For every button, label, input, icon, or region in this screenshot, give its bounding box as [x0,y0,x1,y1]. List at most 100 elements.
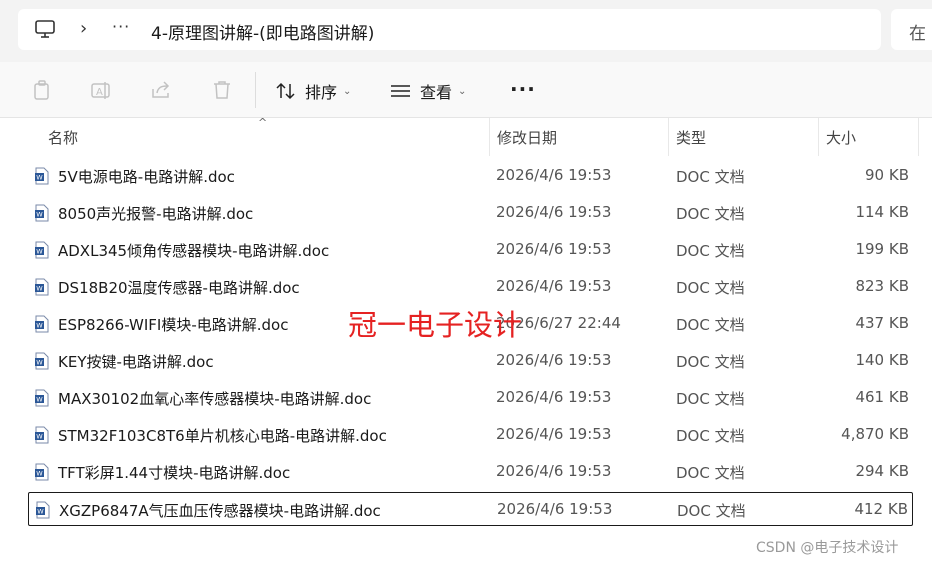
word-document-icon: W [35,241,49,259]
search-placeholder: 在 [909,24,926,44]
sort-button[interactable]: 排序 ⌄ [275,79,351,103]
file-name: MAX30102血氧心率传感器模块-电路讲解.doc [58,390,372,408]
rename-icon[interactable]: A [90,79,112,101]
copy-icon[interactable] [31,79,53,101]
file-modified: 2026/4/6 19:53 [497,500,613,518]
breadcrumb-overflow-button[interactable]: ··· [112,17,130,36]
file-size: 4,870 KB [841,425,909,443]
file-name: XGZP6847A气压血压传感器模块-电路讲解.doc [59,502,381,520]
view-button[interactable]: 查看 ⌄ [390,79,466,103]
file-size: 437 KB [855,314,909,332]
file-name: DS18B20温度传感器-电路讲解.doc [58,279,300,297]
file-modified: 2026/4/6 19:53 [496,166,612,184]
file-modified: 2026/4/6 19:53 [496,425,612,443]
column-divider[interactable] [918,118,919,156]
file-size: 412 KB [854,500,908,518]
column-divider[interactable] [668,118,669,156]
file-row[interactable]: W DS18B20温度传感器-电路讲解.doc 2026/4/6 19:53 D… [28,270,913,303]
delete-icon[interactable] [211,79,233,101]
column-header-size[interactable]: 大小 [826,127,856,148]
file-type: DOC 文档 [676,242,745,260]
file-row[interactable]: W ADXL345倾角传感器模块-电路讲解.doc 2026/4/6 19:53… [28,233,913,266]
svg-text:W: W [36,174,43,182]
file-name: STM32F103C8T6单片机核心电路-电路讲解.doc [58,427,387,445]
word-document-icon: W [35,426,49,444]
file-modified: 2026/4/6 19:53 [496,462,612,480]
file-type: DOC 文档 [676,464,745,482]
word-document-icon: W [35,315,49,333]
watermark-text: CSDN @电子技术设计 [756,540,899,556]
more-options-button[interactable]: ··· [510,77,536,101]
file-type: DOC 文档 [677,502,746,520]
svg-text:W: W [36,433,43,441]
file-type: DOC 文档 [676,168,745,186]
word-document-icon: W [36,501,50,519]
column-header-row: 名称 修改日期 类型 大小 [0,118,932,156]
view-label: 查看 [420,83,453,102]
file-size: 114 KB [855,203,909,221]
chevron-down-icon: ⌄ [343,85,352,97]
file-row[interactable]: W KEY按键-电路讲解.doc 2026/4/6 19:53 DOC 文档 1… [28,344,913,377]
file-name: TFT彩屏1.44寸模块-电路讲解.doc [58,464,291,482]
file-type: DOC 文档 [676,427,745,445]
toolbar-divider [255,72,256,108]
column-header-name[interactable]: 名称 [48,127,78,148]
word-document-icon: W [35,167,49,185]
file-size: 294 KB [855,462,909,480]
file-size: 823 KB [855,277,909,295]
file-type: DOC 文档 [676,390,745,408]
file-row[interactable]: W 8050声光报警-电路讲解.doc 2026/4/6 19:53 DOC 文… [28,196,913,229]
share-icon[interactable] [150,79,172,101]
file-modified: 2026/4/6 19:53 [496,203,612,221]
file-modified: 2026/4/6 19:53 [496,388,612,406]
column-divider[interactable] [818,118,819,156]
file-name: 5V电源电路-电路讲解.doc [58,168,235,186]
word-document-icon: W [35,352,49,370]
file-row[interactable]: W MAX30102血氧心率传感器模块-电路讲解.doc 2026/4/6 19… [28,381,913,414]
file-type: DOC 文档 [676,316,745,334]
word-document-icon: W [35,463,49,481]
chevron-down-icon: ⌄ [458,85,467,97]
file-modified: 2026/4/6 19:53 [496,351,612,369]
file-row[interactable]: W 5V电源电路-电路讲解.doc 2026/4/6 19:53 DOC 文档 … [28,159,913,192]
sort-ascending-icon: ^ [258,116,268,129]
file-size: 461 KB [855,388,909,406]
sort-icon [276,82,295,100]
file-row[interactable]: W STM32F103C8T6单片机核心电路-电路讲解.doc 2026/4/6… [28,418,913,451]
address-bar[interactable]: › ··· 4-原理图讲解-(即电路图讲解) [18,9,881,50]
file-modified: 2026/4/6 19:53 [496,240,612,258]
word-document-icon: W [35,278,49,296]
view-list-icon [391,85,410,97]
breadcrumb-chevron-icon[interactable]: › [80,18,87,39]
command-bar: A 排序 ⌄ 查看 ⌄ ··· [0,62,932,118]
word-document-icon: W [35,204,49,222]
svg-text:W: W [37,508,44,516]
svg-text:W: W [36,322,43,330]
svg-text:W: W [36,359,43,367]
svg-text:W: W [36,396,43,404]
svg-text:W: W [36,285,43,293]
svg-text:W: W [36,248,43,256]
file-size: 90 KB [865,166,909,184]
file-name: ADXL345倾角传感器模块-电路讲解.doc [58,242,330,260]
svg-text:W: W [36,470,43,478]
file-row-selected[interactable]: W XGZP6847A气压血压传感器模块-电路讲解.doc 2026/4/6 1… [28,492,913,526]
file-size: 199 KB [855,240,909,258]
breadcrumb-current-folder[interactable]: 4-原理图讲解-(即电路图讲解) [151,19,374,44]
file-size: 140 KB [855,351,909,369]
sort-label: 排序 [305,83,338,102]
computer-icon[interactable] [35,20,55,39]
overlay-brand-text: 冠一电子设计 [348,308,523,342]
column-header-modified[interactable]: 修改日期 [497,127,557,148]
file-name: ESP8266-WIFI模块-电路讲解.doc [58,316,289,334]
column-divider[interactable] [489,118,490,156]
word-document-icon: W [35,389,49,407]
address-bar-area: › ··· 4-原理图讲解-(即电路图讲解) 在 [0,0,932,62]
file-row[interactable]: W TFT彩屏1.44寸模块-电路讲解.doc 2026/4/6 19:53 D… [28,455,913,488]
search-box[interactable]: 在 [891,9,932,50]
column-header-type[interactable]: 类型 [676,127,706,148]
svg-text:A: A [96,87,103,98]
file-name: 8050声光报警-电路讲解.doc [58,205,254,223]
file-modified: 2026/4/6 19:53 [496,277,612,295]
file-name: KEY按键-电路讲解.doc [58,353,214,371]
